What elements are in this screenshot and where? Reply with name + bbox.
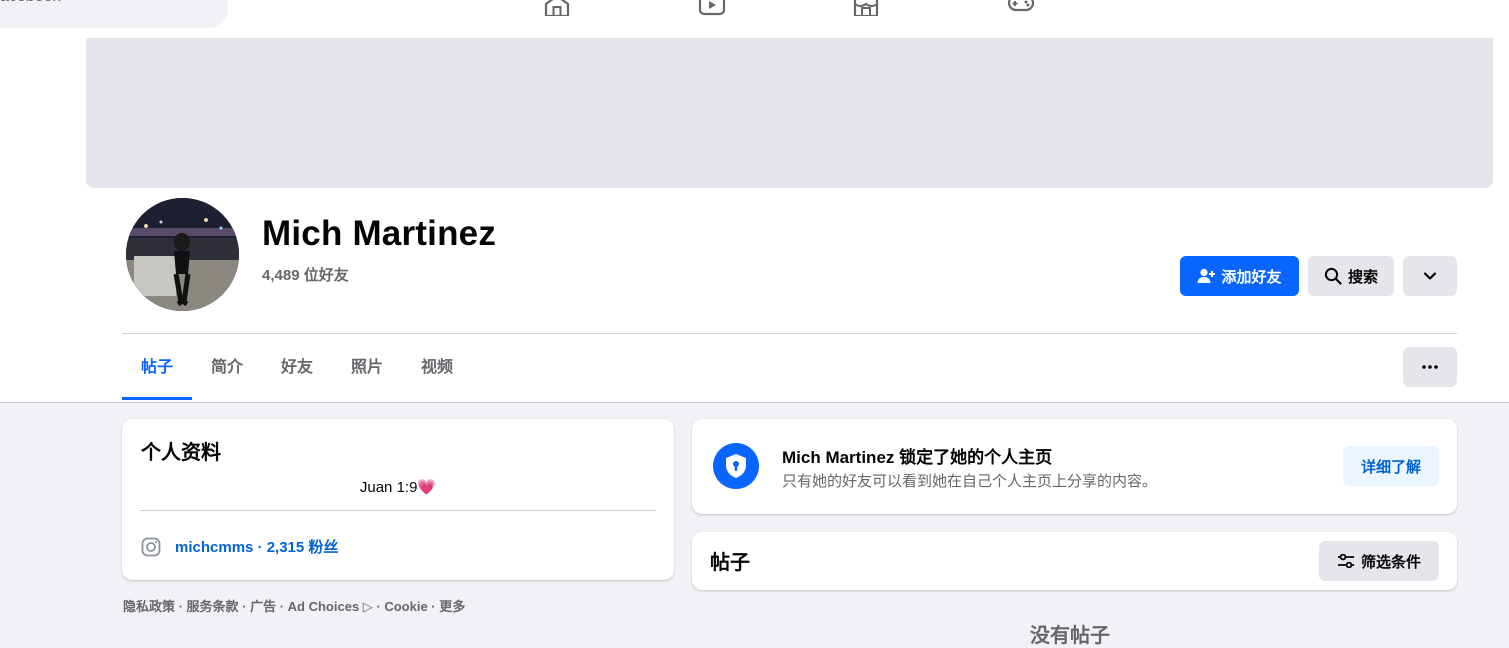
intro-divider xyxy=(140,510,656,511)
marketplace-icon[interactable] xyxy=(852,0,880,16)
footer-links[interactable]: 隐私政策 · 服务条款 · 广告 · Ad Choices ▷ · Cookie… xyxy=(123,596,465,615)
chevron-down-icon xyxy=(1423,272,1437,280)
tab-posts[interactable]: 帖子 xyxy=(122,344,192,400)
facebook-search-input[interactable]: acebook xyxy=(0,0,228,28)
video-icon[interactable] xyxy=(698,0,726,16)
locked-profile-card: Mich Martinez 锁定了她的个人主页 只有她的好友可以看到她在自己个人… xyxy=(692,419,1457,514)
instagram-icon xyxy=(141,537,161,556)
more-options-button[interactable] xyxy=(1403,256,1457,296)
friend-count[interactable]: 4,489 位好友 xyxy=(262,264,349,285)
locked-title: Mich Martinez 锁定了她的个人主页 xyxy=(782,448,1053,467)
locked-description: 只有她的好友可以看到她在自己个人主页上分享的内容。 xyxy=(782,473,1158,490)
bio-label: Juan 1:9 xyxy=(359,479,418,496)
top-navigation-bar: acebook xyxy=(0,0,1509,39)
learn-more-button[interactable]: 详细了解 xyxy=(1343,446,1439,486)
profile-name: Mich Martinez xyxy=(262,214,497,253)
gaming-icon[interactable] xyxy=(1007,0,1035,16)
cover-photo[interactable] xyxy=(86,38,1493,188)
profile-avatar[interactable] xyxy=(126,198,239,311)
tabs-more-button[interactable] xyxy=(1403,347,1457,387)
instagram-handle: michcmms · 2,315 粉丝 xyxy=(175,539,339,556)
shield-lock-icon xyxy=(713,443,759,489)
tab-friends[interactable]: 好友 xyxy=(262,344,332,400)
avatar-photo xyxy=(126,198,239,311)
bio-text: Juan 1:9💗 xyxy=(122,478,674,496)
posts-card: 帖子 筛选条件 xyxy=(692,532,1457,590)
search-label: 搜索 xyxy=(1347,268,1378,286)
instagram-link[interactable]: michcmms · 2,315 粉丝 xyxy=(141,536,338,557)
no-posts-text: 没有帖子 xyxy=(1030,625,1110,647)
intro-card: 个人资料 Juan 1:9💗 michcmms · 2,315 粉丝 xyxy=(122,419,674,580)
search-input-text: acebook xyxy=(0,0,61,6)
posts-title: 帖子 xyxy=(710,552,750,574)
filter-label: 筛选条件 xyxy=(1360,553,1421,571)
tab-videos[interactable]: 视频 xyxy=(402,344,472,400)
add-friend-icon xyxy=(1197,268,1216,283)
add-friend-button[interactable]: 添加好友 xyxy=(1180,256,1299,296)
add-friend-label: 添加好友 xyxy=(1221,268,1282,286)
tab-about[interactable]: 简介 xyxy=(192,344,262,400)
header-divider xyxy=(122,333,1457,334)
search-icon xyxy=(1324,267,1342,285)
filter-button[interactable]: 筛选条件 xyxy=(1319,541,1439,581)
heart-emoji: 💗 xyxy=(417,479,437,496)
filter-sliders-icon xyxy=(1337,554,1354,568)
home-icon[interactable] xyxy=(543,0,571,16)
search-profile-button[interactable]: 搜索 xyxy=(1308,256,1394,296)
ellipsis-icon xyxy=(1422,365,1438,369)
intro-title: 个人资料 xyxy=(141,442,221,464)
tab-photos[interactable]: 照片 xyxy=(332,344,402,400)
